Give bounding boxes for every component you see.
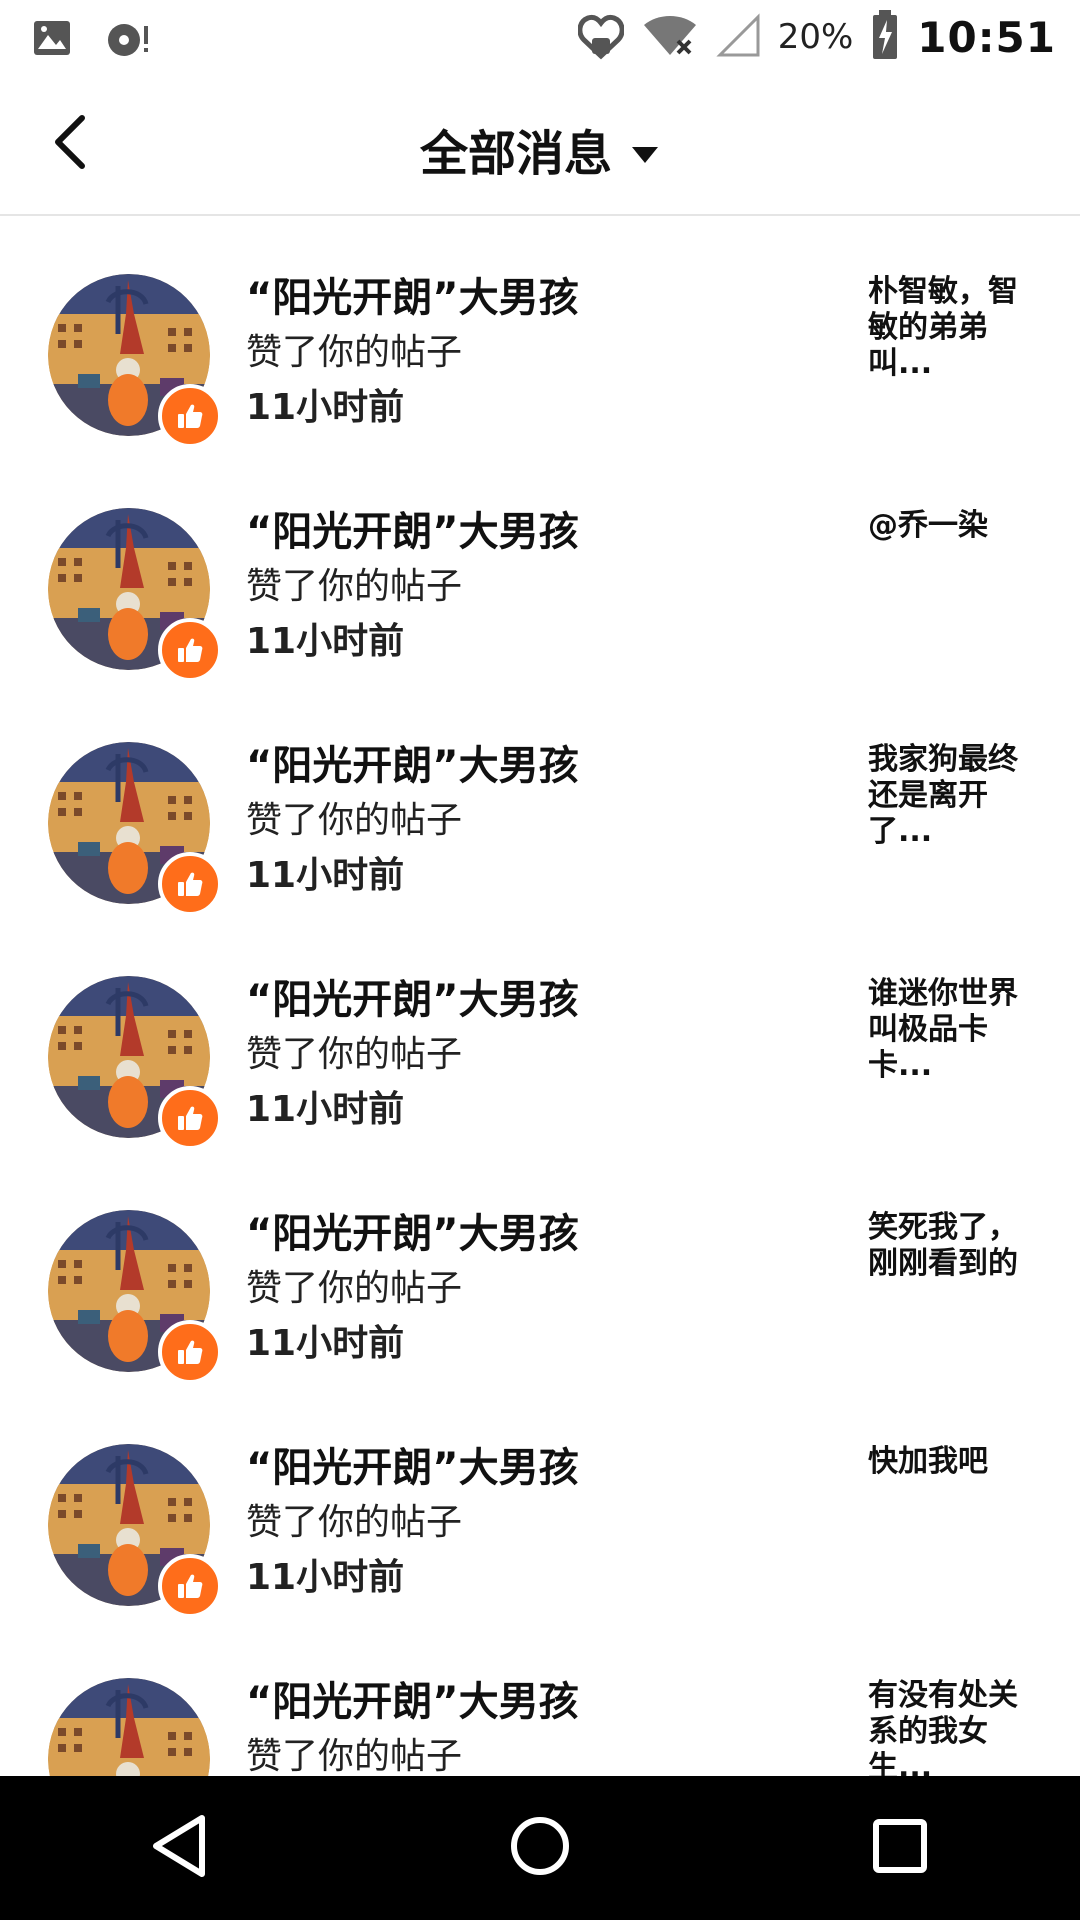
circle-home-icon	[508, 1814, 572, 1882]
notification-time: 11小时前	[246, 621, 405, 662]
notification-action: 赞了你的帖子	[246, 566, 463, 607]
notification-action: 赞了你的帖子	[246, 1034, 463, 1075]
post-preview[interactable]: 有没有处关系的我女生...	[868, 1678, 1028, 1786]
post-preview[interactable]: 笑死我了，刚刚看到的	[868, 1210, 1028, 1282]
notification-list: “阳光开朗”大男孩 赞了你的帖子 11小时前 朴智敏，智敏的弟弟叫... “阳光…	[0, 214, 1080, 1852]
notification-item[interactable]: “阳光开朗”大男孩 赞了你的帖子 11小时前 笑死我了，刚刚看到的	[0, 1150, 1080, 1384]
thumbs-up-icon	[158, 1320, 222, 1384]
post-preview[interactable]: @乔一染	[868, 508, 1028, 544]
disc-notification-icon	[106, 18, 154, 62]
app-header: 全部消息	[0, 76, 1080, 216]
sender-name[interactable]: “阳光开朗”大男孩	[246, 972, 846, 1028]
sender-name[interactable]: “阳光开朗”大男孩	[246, 270, 846, 326]
status-bar-right: 20% 10:51	[577, 10, 1056, 64]
avatar-wrap	[48, 1444, 222, 1618]
notification-text: “阳光开朗”大男孩 赞了你的帖子 11小时前	[246, 738, 846, 904]
nav-recents-button[interactable]	[840, 1788, 960, 1908]
avatar-wrap	[48, 976, 222, 1150]
wifi-off-icon	[642, 13, 698, 61]
battery-percent: 20%	[777, 17, 854, 57]
notification-action: 赞了你的帖子	[246, 800, 463, 841]
system-navigation-bar	[0, 1776, 1080, 1920]
status-bar-left	[32, 18, 154, 62]
triangle-down-icon	[630, 121, 660, 177]
title-wrap: 全部消息	[0, 114, 1080, 184]
thumbs-up-icon	[158, 1086, 222, 1150]
avatar-wrap	[48, 508, 222, 682]
post-preview[interactable]: 快加我吧	[868, 1444, 1028, 1480]
battery-charging-icon	[871, 10, 899, 64]
triangle-back-icon	[150, 1814, 210, 1882]
thumbs-up-icon	[158, 852, 222, 916]
status-bar: 20% 10:51	[0, 0, 1080, 76]
sender-name[interactable]: “阳光开朗”大男孩	[246, 504, 846, 560]
thumbs-up-icon	[158, 618, 222, 682]
nav-back-button[interactable]	[120, 1788, 240, 1908]
message-filter-dropdown[interactable]: 全部消息	[420, 114, 660, 184]
sender-name[interactable]: “阳光开朗”大男孩	[246, 1206, 846, 1262]
notification-time: 11小时前	[246, 1323, 405, 1364]
avatar-wrap	[48, 274, 222, 448]
clock: 10:51	[917, 12, 1056, 62]
post-preview[interactable]: 谁迷你世界叫极品卡卡...	[868, 976, 1028, 1084]
nav-home-button[interactable]	[480, 1788, 600, 1908]
sender-name[interactable]: “阳光开朗”大男孩	[246, 1674, 846, 1730]
notification-text: “阳光开朗”大男孩 赞了你的帖子 11小时前	[246, 504, 846, 670]
avatar-wrap	[48, 1210, 222, 1384]
notification-action: 赞了你的帖子	[246, 332, 463, 373]
notification-time: 11小时前	[246, 1557, 405, 1598]
thumbs-up-icon	[158, 384, 222, 448]
notification-time: 11小时前	[246, 855, 405, 896]
notification-text: “阳光开朗”大男孩 赞了你的帖子 11小时前	[246, 270, 846, 436]
notification-item[interactable]: “阳光开朗”大男孩 赞了你的帖子 11小时前 谁迷你世界叫极品卡卡...	[0, 916, 1080, 1150]
notification-action: 赞了你的帖子	[246, 1502, 463, 1543]
notification-item[interactable]: “阳光开朗”大男孩 赞了你的帖子 11小时前 我家狗最终还是离开了...	[0, 682, 1080, 916]
sender-name[interactable]: “阳光开朗”大男孩	[246, 1440, 846, 1496]
post-preview[interactable]: 我家狗最终还是离开了...	[868, 742, 1028, 850]
notification-text: “阳光开朗”大男孩 赞了你的帖子 11小时前	[246, 1440, 846, 1606]
notification-item[interactable]: “阳光开朗”大男孩 赞了你的帖子 11小时前 快加我吧	[0, 1384, 1080, 1618]
notification-action: 赞了你的帖子	[246, 1268, 463, 1309]
page: 20% 10:51 全部消息 “阳光开朗”大男孩 赞了你的帖子 11小时前 朴智…	[0, 0, 1080, 1920]
notification-text: “阳光开朗”大男孩 赞了你的帖子	[246, 1674, 846, 1784]
notification-time: 11小时前	[246, 387, 405, 428]
signal-icon	[716, 13, 760, 61]
heart-shield-icon	[577, 10, 625, 64]
sender-name[interactable]: “阳光开朗”大男孩	[246, 738, 846, 794]
image-notification-icon	[32, 19, 72, 61]
avatar-wrap	[48, 742, 222, 916]
post-preview[interactable]: 朴智敏，智敏的弟弟叫...	[868, 274, 1028, 382]
notification-text: “阳光开朗”大男孩 赞了你的帖子 11小时前	[246, 1206, 846, 1372]
square-recents-icon	[870, 1816, 930, 1880]
notification-item[interactable]: “阳光开朗”大男孩 赞了你的帖子 11小时前 朴智敏，智敏的弟弟叫...	[0, 214, 1080, 448]
notification-time: 11小时前	[246, 1089, 405, 1130]
notification-item[interactable]: “阳光开朗”大男孩 赞了你的帖子 11小时前 @乔一染	[0, 448, 1080, 682]
thumbs-up-icon	[158, 1554, 222, 1618]
notification-text: “阳光开朗”大男孩 赞了你的帖子 11小时前	[246, 972, 846, 1138]
page-title: 全部消息	[419, 126, 612, 182]
